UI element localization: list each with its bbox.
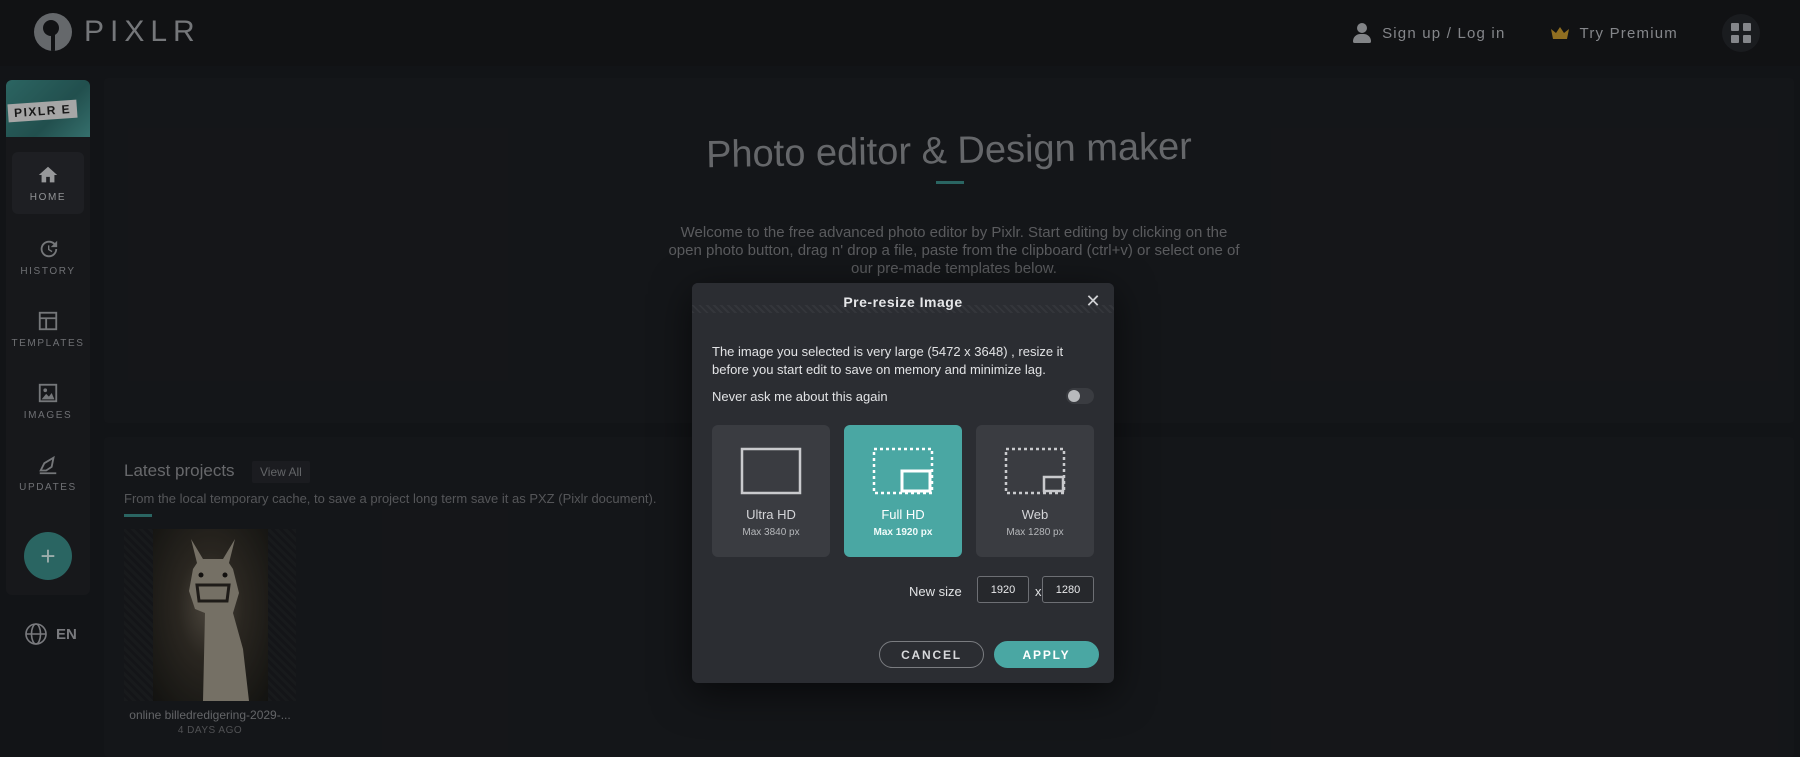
option-name: Web bbox=[1021, 507, 1049, 522]
height-input[interactable] bbox=[1042, 576, 1094, 603]
cancel-button[interactable]: CANCEL bbox=[879, 641, 984, 668]
apply-button[interactable]: APPLY bbox=[994, 641, 1099, 668]
width-input[interactable] bbox=[977, 576, 1029, 603]
option-web[interactable]: Web Max 1280 px bbox=[976, 425, 1094, 557]
new-size-label: New size bbox=[909, 584, 962, 599]
option-name: Full HD bbox=[881, 507, 925, 522]
option-max: Max 1920 px bbox=[873, 527, 933, 538]
web-icon bbox=[1004, 447, 1066, 495]
pre-resize-dialog: Pre-resize Image ✕ The image you selecte… bbox=[692, 283, 1114, 683]
size-separator: x bbox=[1035, 584, 1042, 599]
option-full-hd[interactable]: Full HD Max 1920 px bbox=[844, 425, 962, 557]
close-icon[interactable]: ✕ bbox=[1084, 292, 1102, 310]
never-ask-toggle[interactable] bbox=[1066, 388, 1094, 404]
ultra-hd-icon bbox=[740, 447, 802, 495]
option-ultra-hd[interactable]: Ultra HD Max 3840 px bbox=[712, 425, 830, 557]
dialog-message: The image you selected is very large (54… bbox=[712, 344, 1064, 377]
option-max: Max 3840 px bbox=[742, 527, 800, 538]
dialog-title: Pre-resize Image bbox=[843, 294, 963, 310]
never-ask-label: Never ask me about this again bbox=[712, 389, 888, 404]
option-max: Max 1280 px bbox=[1006, 527, 1064, 538]
dialog-header: Pre-resize Image ✕ bbox=[692, 283, 1114, 321]
option-name: Ultra HD bbox=[746, 507, 796, 522]
full-hd-icon bbox=[872, 447, 934, 495]
